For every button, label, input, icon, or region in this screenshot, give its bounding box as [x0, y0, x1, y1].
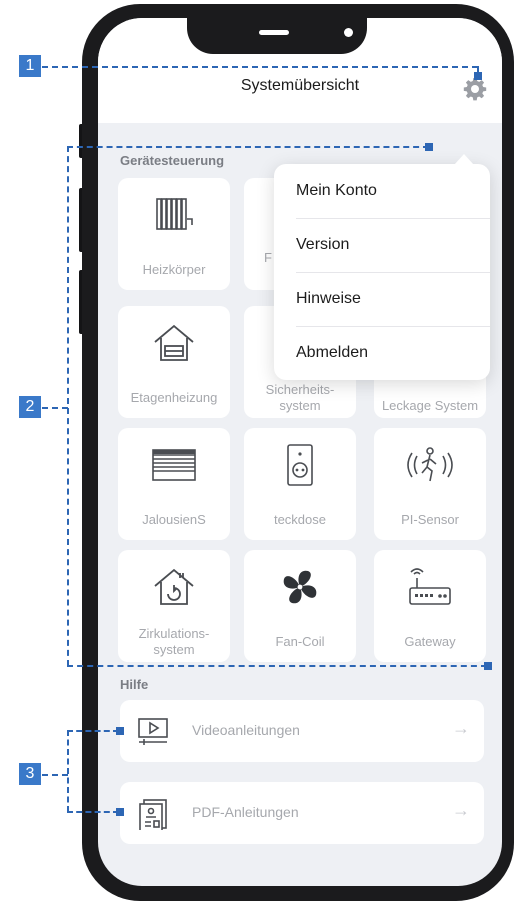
menu-item-version[interactable]: Version — [296, 218, 490, 273]
tile-label: Gateway — [404, 634, 456, 649]
tile-label: JalousienS — [142, 512, 206, 527]
menu-item-abmelden[interactable]: Abmelden — [296, 326, 490, 380]
gear-icon[interactable] — [463, 77, 487, 101]
tile-steckdose[interactable]: teckdose — [244, 428, 356, 540]
house-heating-icon — [154, 324, 194, 361]
video-icon — [138, 718, 168, 745]
arrow-right-icon: → — [452, 718, 470, 738]
tile-pi-sensor[interactable]: PI-Sensor — [374, 428, 486, 540]
callout-line — [67, 730, 69, 812]
app-screen: Systemübersicht Gerätesteuerung Heizkörp… — [98, 18, 502, 886]
callout-marker — [484, 662, 492, 670]
callout-3: 3 — [19, 763, 41, 785]
motion-sensor-icon — [407, 447, 453, 482]
tile-label: Leckage System — [381, 398, 479, 413]
tile-label: Zirkulations-system — [138, 626, 210, 657]
callout-line — [67, 665, 487, 667]
section-title-help: Hilfe — [120, 677, 149, 692]
phone-notch — [187, 4, 367, 54]
tile-jalousien[interactable]: JalousienS — [118, 428, 230, 540]
tile-label: PI-Sensor — [401, 512, 459, 527]
callout-line — [42, 407, 68, 409]
callout-line — [67, 146, 69, 666]
speaker-grille — [259, 30, 289, 35]
callout-marker — [116, 808, 124, 816]
menu-item-hinweise[interactable]: Hinweise — [296, 272, 490, 327]
router-icon — [409, 568, 451, 605]
tile-label: Heizkörper — [142, 262, 206, 277]
arrow-right-icon: → — [452, 800, 470, 820]
menu-item-mein-konto[interactable]: Mein Konto — [296, 164, 490, 219]
help-label: PDF-Anleitungen — [192, 804, 299, 820]
callout-2: 2 — [19, 396, 41, 418]
callout-marker — [116, 727, 124, 735]
tile-label: teckdose — [273, 512, 327, 527]
page-title: Systemübersicht — [240, 77, 360, 94]
front-camera — [344, 28, 353, 37]
callout-line — [42, 66, 478, 68]
blinds-icon — [152, 449, 196, 481]
tile-label: Sicherheits-system — [265, 382, 335, 413]
help-row-pdf[interactable]: PDF-Anleitungen → — [120, 782, 484, 844]
callout-marker — [474, 72, 482, 80]
pdf-document-icon — [139, 799, 167, 830]
socket-icon — [287, 444, 313, 486]
tile-zirkulationssystem[interactable]: Zirkulations-system — [118, 550, 230, 662]
help-row-video[interactable]: Videoanleitungen → — [120, 700, 484, 762]
callout-line — [42, 774, 68, 776]
callout-line — [67, 811, 119, 813]
callout-1: 1 — [19, 55, 41, 77]
tile-label: Etagenheizung — [130, 390, 218, 405]
callout-line — [67, 730, 119, 732]
callout-marker — [425, 143, 433, 151]
circulation-icon — [154, 568, 194, 605]
section-title-devices: Gerätesteuerung — [120, 153, 225, 168]
tile-gateway[interactable]: Gateway — [374, 550, 486, 662]
callout-line — [67, 146, 429, 148]
radiator-icon — [156, 198, 193, 230]
tile-fan-coil[interactable]: Fan-Coil — [244, 550, 356, 662]
fan-icon — [283, 570, 317, 604]
tile-label: Fan-Coil — [275, 634, 325, 649]
tile-heizkoerper[interactable]: Heizkörper — [118, 178, 230, 290]
tile-etagenheizung[interactable]: Etagenheizung — [118, 306, 230, 418]
help-label: Videoanleitungen — [192, 722, 300, 738]
settings-menu: Mein Konto Version Hinweise Abmelden — [274, 154, 490, 380]
